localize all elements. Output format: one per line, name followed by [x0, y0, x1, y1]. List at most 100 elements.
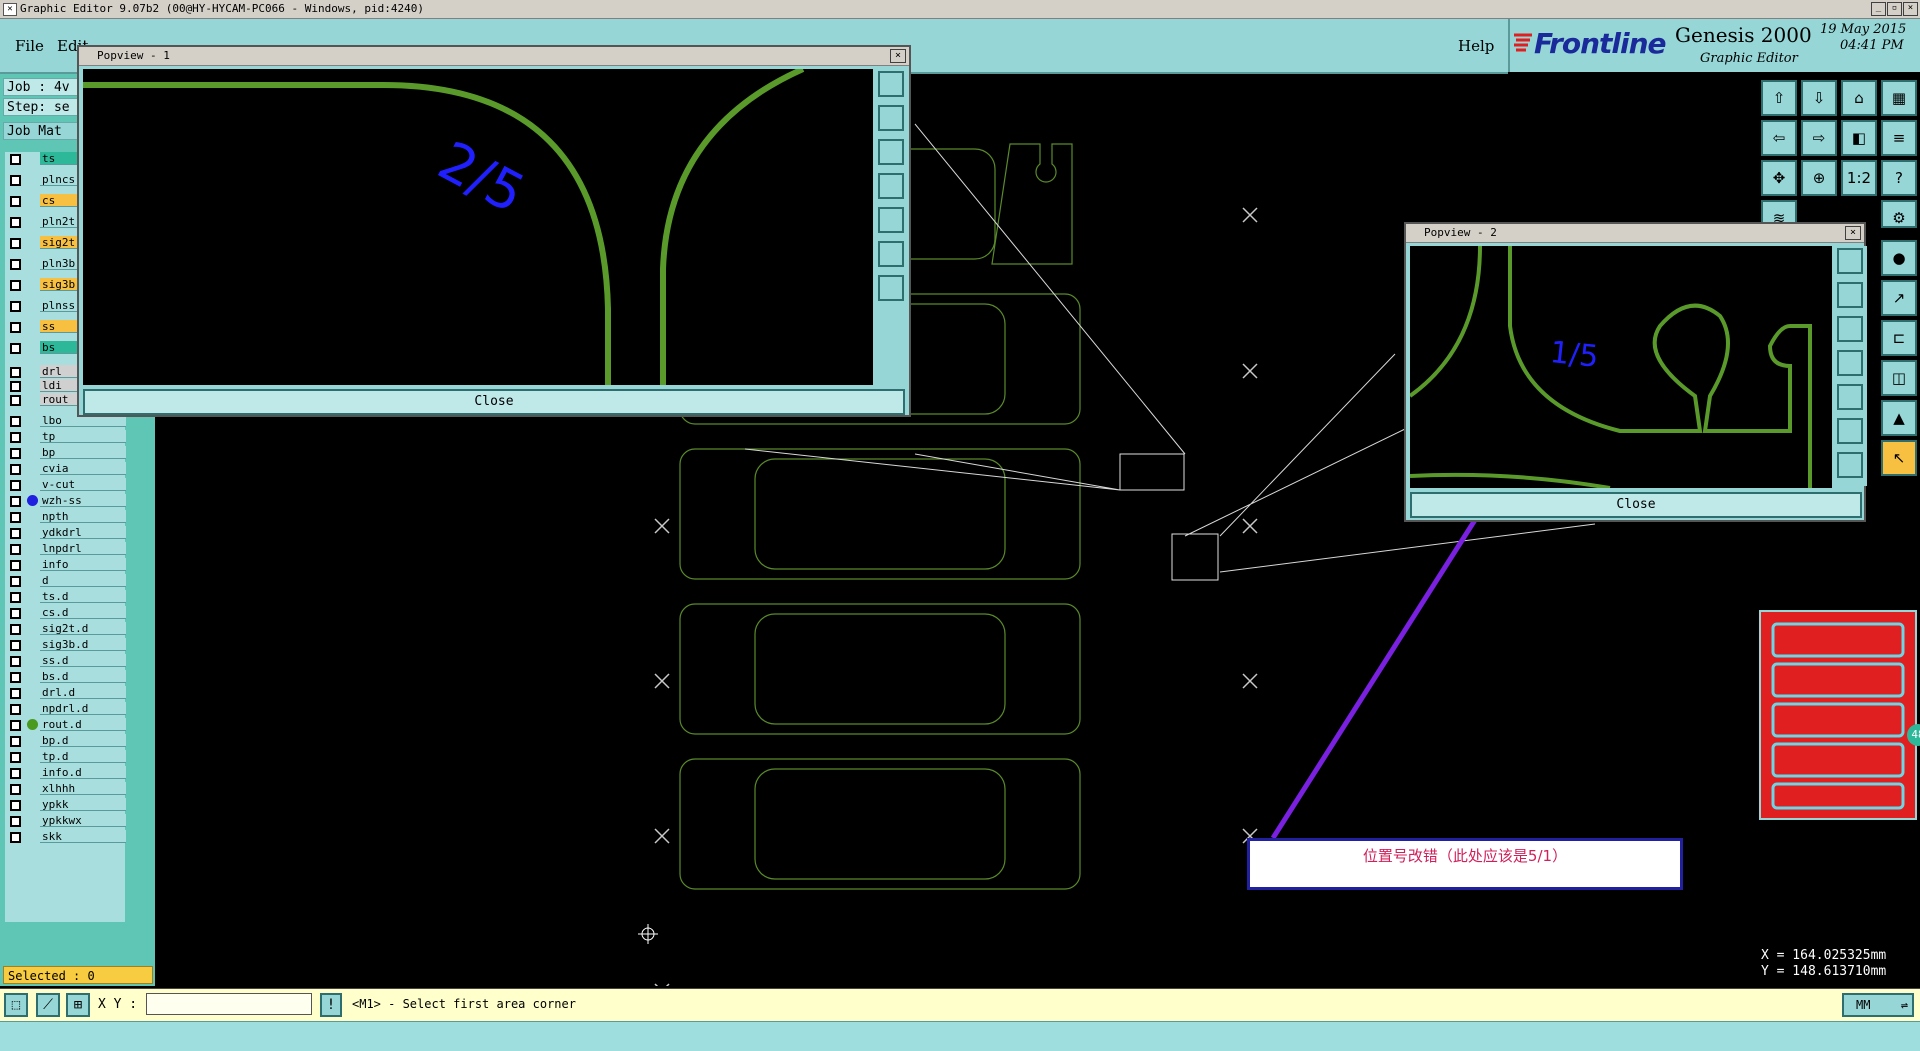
layer-checkbox[interactable]	[10, 528, 21, 539]
popview-tool[interactable]	[1837, 248, 1863, 274]
popview-2-close-icon[interactable]: ×	[1845, 226, 1861, 240]
layer-checkbox[interactable]	[10, 576, 21, 587]
layer-row[interactable]: skk	[5, 830, 126, 844]
toolbar-button[interactable]: ▲	[1881, 400, 1917, 436]
layer-checkbox[interactable]	[10, 432, 21, 443]
layer-row[interactable]: xlhhh	[5, 782, 126, 796]
layer-row[interactable]: bp.d	[5, 734, 126, 748]
layer-row[interactable]: sig3b.d	[5, 638, 126, 652]
layer-checkbox[interactable]	[10, 544, 21, 555]
board-thumbnail[interactable]	[1759, 610, 1917, 820]
layer-checkbox[interactable]	[10, 464, 21, 475]
close-button[interactable]: ×	[1903, 2, 1918, 16]
layer-checkbox[interactable]	[10, 736, 21, 747]
toolbar-button[interactable]: ◫	[1881, 360, 1917, 396]
units-selector[interactable]: MM ⇌	[1842, 993, 1914, 1017]
toolbar-button[interactable]: ⚙	[1881, 200, 1917, 228]
toolbar-button[interactable]: ⇧	[1761, 80, 1797, 116]
layer-row[interactable]: bp	[5, 446, 126, 460]
layer-checkbox[interactable]	[10, 816, 21, 827]
layer-row[interactable]: npdrl.d	[5, 702, 126, 716]
layer-row[interactable]: drl.d	[5, 686, 126, 700]
layer-checkbox[interactable]	[10, 196, 21, 207]
layer-checkbox[interactable]	[10, 381, 21, 392]
menu-help[interactable]: Help	[1458, 37, 1494, 55]
layer-row[interactable]: tp	[5, 430, 126, 444]
layer-checkbox[interactable]	[10, 784, 21, 795]
toolbar-button[interactable]: ⊏	[1881, 320, 1917, 356]
popview-tool[interactable]	[878, 275, 904, 301]
toolbar-button[interactable]: ≡	[1881, 120, 1917, 156]
snap-tool-icon[interactable]: ⊞	[66, 993, 90, 1017]
layer-row[interactable]: ydkdrl	[5, 526, 126, 540]
grid-icon[interactable]: ▦	[1881, 80, 1917, 116]
layer-row[interactable]: ss.d	[5, 654, 126, 668]
layer-checkbox[interactable]	[10, 343, 21, 354]
layer-checkbox[interactable]	[10, 416, 21, 427]
layer-row[interactable]: d	[5, 574, 126, 588]
popview-tool[interactable]	[1837, 282, 1863, 308]
layer-checkbox[interactable]	[10, 448, 21, 459]
layer-checkbox[interactable]	[10, 395, 21, 406]
layer-checkbox[interactable]	[10, 656, 21, 667]
layer-checkbox[interactable]	[10, 238, 21, 249]
home-icon[interactable]: ⌂	[1841, 80, 1877, 116]
layer-checkbox[interactable]	[10, 154, 21, 165]
popview-tool[interactable]	[1837, 350, 1863, 376]
layer-checkbox[interactable]	[10, 832, 21, 843]
layer-checkbox[interactable]	[10, 512, 21, 523]
layer-checkbox[interactable]	[10, 259, 21, 270]
layer-checkbox[interactable]	[10, 592, 21, 603]
popview-1-close-button[interactable]: Close	[83, 389, 905, 415]
layer-checkbox[interactable]	[10, 752, 21, 763]
popview-tool[interactable]	[878, 207, 904, 233]
measure-tool-icon[interactable]: ⟋	[36, 993, 60, 1017]
layer-row[interactable]: lnpdrl	[5, 542, 126, 556]
popview-tool[interactable]	[878, 241, 904, 267]
layer-row[interactable]: ypkk	[5, 798, 126, 812]
popview-tool[interactable]	[1837, 316, 1863, 342]
layer-checkbox[interactable]	[10, 688, 21, 699]
layer-row[interactable]: npth	[5, 510, 126, 524]
info-icon[interactable]: !	[320, 993, 342, 1017]
layer-checkbox[interactable]	[10, 704, 21, 715]
toolbar-button[interactable]: ⇩	[1801, 80, 1837, 116]
toolbar-button[interactable]: ◧	[1841, 120, 1877, 156]
popview-2-close-button[interactable]: Close	[1410, 492, 1862, 518]
layer-checkbox[interactable]	[10, 768, 21, 779]
popview-tool[interactable]	[878, 71, 904, 97]
layer-row[interactable]: info	[5, 558, 126, 572]
popview-tool[interactable]	[1837, 418, 1863, 444]
layer-checkbox[interactable]	[10, 800, 21, 811]
layer-checkbox[interactable]	[10, 560, 21, 571]
select-tool-icon[interactable]: ⬚	[4, 993, 28, 1017]
layer-checkbox[interactable]	[10, 217, 21, 228]
minimize-button[interactable]: _	[1871, 2, 1886, 16]
scale-icon[interactable]: 1:2	[1841, 160, 1877, 196]
layer-checkbox[interactable]	[10, 322, 21, 333]
zoom-icon[interactable]: ⊕	[1801, 160, 1837, 196]
popview-tool[interactable]	[1837, 384, 1863, 410]
popview-tool[interactable]	[878, 173, 904, 199]
layer-row[interactable]: bs.d	[5, 670, 126, 684]
layer-row[interactable]: v-cut	[5, 478, 126, 492]
help-icon[interactable]: ?	[1881, 160, 1917, 196]
layer-checkbox[interactable]	[10, 672, 21, 683]
popview-tool[interactable]	[1837, 452, 1863, 478]
popview-2-viewport[interactable]: 1/5	[1410, 246, 1832, 488]
popview-tool[interactable]	[878, 139, 904, 165]
menu-file[interactable]: File	[15, 37, 44, 55]
layer-row[interactable]: ypkkwx	[5, 814, 126, 828]
popview-tool[interactable]	[878, 105, 904, 131]
layer-row[interactable]: ts.d	[5, 590, 126, 604]
maximize-button[interactable]: ▫	[1887, 2, 1902, 16]
layer-row[interactable]: rout.d	[5, 718, 126, 732]
popview-1-viewport[interactable]: 2/5	[83, 69, 873, 385]
layer-row[interactable]: sig2t.d	[5, 622, 126, 636]
layer-checkbox[interactable]	[10, 280, 21, 291]
layer-checkbox[interactable]	[10, 496, 21, 507]
layer-checkbox[interactable]	[10, 301, 21, 312]
pan-right-icon[interactable]: ⇨	[1801, 120, 1837, 156]
layer-checkbox[interactable]	[10, 640, 21, 651]
layer-row[interactable]: cs.d	[5, 606, 126, 620]
